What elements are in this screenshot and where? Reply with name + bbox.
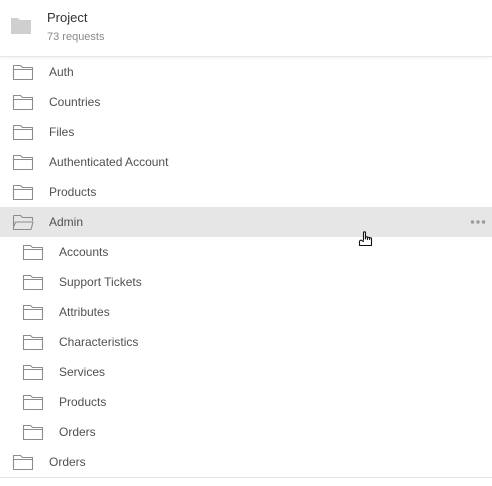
folder-item[interactable]: Orders [0, 417, 492, 447]
folder-item[interactable]: Admin [0, 207, 492, 237]
folder-label: Products [59, 395, 107, 409]
folder-item[interactable]: Characteristics [0, 327, 492, 357]
folder-tree: Auth Countries Files Authenticated Account P… [0, 57, 492, 477]
folder-item[interactable]: Files [0, 117, 492, 147]
request-count: 73 requests [47, 31, 105, 43]
folder-label: Attributes [59, 305, 110, 319]
folder-label: Files [49, 125, 75, 139]
folder-item[interactable]: Countries [0, 87, 492, 117]
folder-item[interactable]: Accounts [0, 237, 492, 267]
folder-label: Support Tickets [59, 275, 142, 289]
folder-icon [12, 454, 34, 471]
folder-item[interactable]: Services [0, 357, 492, 387]
folder-icon [22, 304, 44, 321]
folder-icon [12, 64, 34, 81]
folder-item[interactable]: Orders [0, 447, 492, 477]
folder-label: Products [49, 185, 97, 199]
folder-item[interactable]: Authenticated Account [0, 147, 492, 177]
collection-panel: Project 73 requests Auth Countries Files Au… [0, 0, 492, 486]
folder-icon [12, 184, 34, 201]
folder-label: Orders [59, 425, 96, 439]
folder-icon [22, 244, 44, 261]
folder-icon [22, 424, 44, 441]
divider [0, 477, 492, 478]
more-horizontal-icon[interactable] [470, 217, 486, 227]
collection-title: Project [47, 10, 88, 25]
folder-icon [22, 334, 44, 351]
folder-label: Services [59, 365, 106, 379]
folder-label: Accounts [59, 245, 109, 259]
folder-icon [12, 124, 34, 141]
folder-label: Auth [49, 65, 74, 79]
collection-header[interactable]: Project 73 requests [0, 0, 492, 57]
folder-item[interactable]: Products [0, 177, 492, 207]
folder-item[interactable]: Products [0, 387, 492, 417]
folder-icon [12, 154, 34, 171]
folder-item[interactable]: Support Tickets [0, 267, 492, 297]
hand-pointer-icon [358, 231, 373, 247]
folder-icon [12, 94, 34, 111]
folder-open-icon [12, 214, 34, 231]
folder-icon [22, 274, 44, 291]
folder-filled-icon [11, 18, 31, 34]
folder-label: Characteristics [59, 335, 139, 349]
folder-label: Admin [49, 215, 84, 229]
folder-item[interactable]: Attributes [0, 297, 492, 327]
folder-icon [22, 364, 44, 381]
folder-item[interactable]: Auth [0, 57, 492, 87]
folder-icon [22, 394, 44, 411]
folder-label: Countries [49, 95, 101, 109]
folder-label: Authenticated Account [49, 155, 169, 169]
folder-label: Orders [49, 455, 86, 469]
